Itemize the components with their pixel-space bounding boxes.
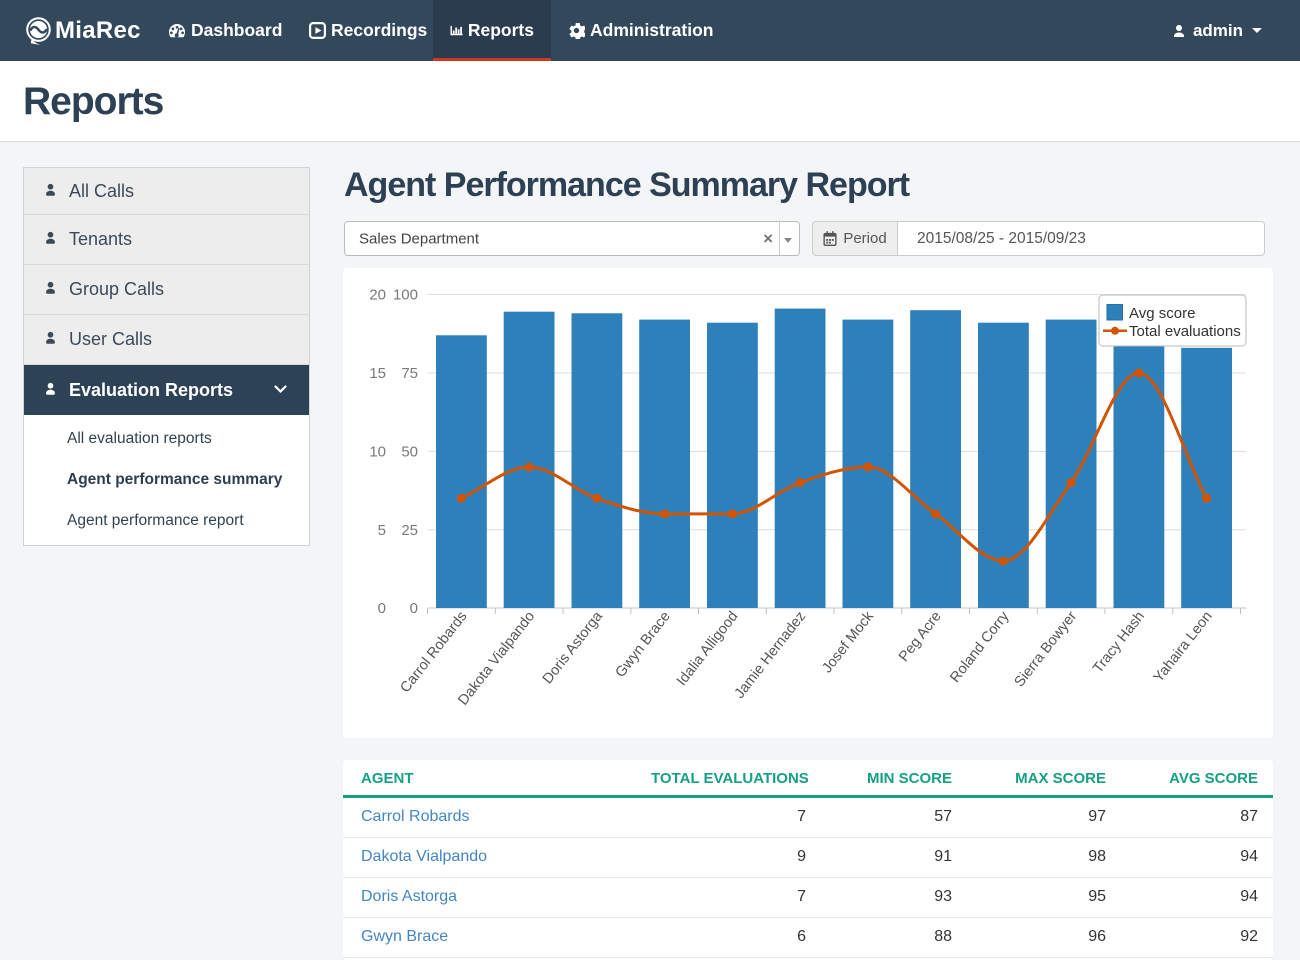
- svg-text:Gwyn Brace: Gwyn Brace: [613, 609, 674, 681]
- svg-text:Doris Astorga: Doris Astorga: [540, 608, 607, 687]
- svg-text:Tracy Hash: Tracy Hash: [1090, 609, 1148, 677]
- svg-text:Carrol Robards: Carrol Robards: [397, 609, 470, 696]
- svg-text:Peg Acre: Peg Acre: [896, 609, 945, 665]
- svg-text:15: 15: [369, 365, 386, 382]
- svg-text:Dakota Vialpando: Dakota Vialpando: [455, 609, 538, 709]
- svg-text:0: 0: [410, 600, 418, 617]
- svg-text:0: 0: [378, 600, 386, 617]
- svg-text:Yahaira Leon: Yahaira Leon: [1151, 609, 1216, 686]
- svg-text:Jamie Hernadez: Jamie Hernadez: [732, 609, 810, 702]
- svg-text:Total evaluations: Total evaluations: [1129, 323, 1241, 340]
- svg-text:10: 10: [369, 443, 386, 460]
- svg-text:Sierra Bowyer: Sierra Bowyer: [1012, 608, 1081, 690]
- svg-text:50: 50: [401, 443, 418, 460]
- svg-text:20: 20: [369, 287, 386, 304]
- svg-text:75: 75: [401, 365, 418, 382]
- svg-text:5: 5: [378, 522, 386, 539]
- svg-text:25: 25: [401, 522, 418, 539]
- svg-text:Roland Corry: Roland Corry: [947, 608, 1013, 686]
- svg-text:100: 100: [393, 287, 418, 304]
- svg-text:Idalia Alligood: Idalia Alligood: [674, 609, 742, 689]
- svg-text:Avg score: Avg score: [1129, 305, 1195, 322]
- svg-text:Josef Mock: Josef Mock: [819, 608, 877, 676]
